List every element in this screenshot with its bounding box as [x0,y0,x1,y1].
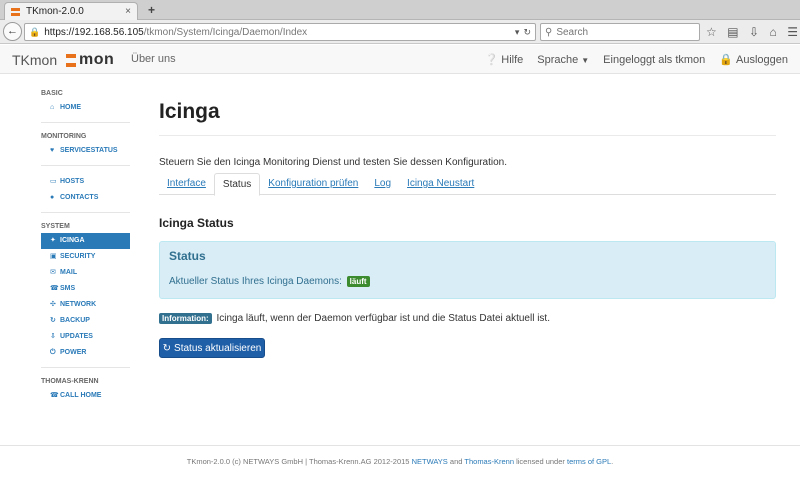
refresh-icon: ↻ [162,342,172,354]
nav-header-system: SYSTEM [41,223,70,230]
lock-icon: 🔒 [29,26,41,37]
home-icon: ⌂ [50,104,55,111]
browser-tab-title: TKmon-2.0.0 [26,6,84,17]
tkmon-logo-text: mon [79,51,115,68]
nav-divider [41,212,130,213]
nav-divider [41,367,130,368]
back-arrow-icon[interactable]: ← [3,22,22,41]
browser-nav-bar: ← 🔒 https://192.168.56.105/tkmon/System/… [0,20,800,44]
tab-bar: Interface Status Konfiguration prüfen Lo… [159,173,776,196]
home-icon[interactable]: ⌂ [770,25,777,39]
nav-divider [41,122,130,123]
sidebar-item-security[interactable]: ▣ SECURITY [41,249,130,265]
tkmon-favicon-icon [11,7,20,17]
sidebar-nav: BASIC ⌂ HOME MONITORING ♥ SERVICESTATUS ▭ H… [41,88,130,404]
search-icon: ⚲ [545,26,553,38]
power-icon: ⏻ [50,349,56,356]
nav-divider [41,165,130,166]
browser-toolbar-icons: ☆ ▤ ⇩ ⌂ ☰ [706,23,798,41]
status-line: Aktueller Status Ihres Icinga Daemons: l… [169,276,370,287]
browser-search-input[interactable] [556,26,687,38]
info-line: Information: Icinga läuft, wenn der Daem… [159,313,550,324]
dropdown-arrow-icon[interactable]: ▾ [515,27,520,38]
lock-icon: 🔒 [719,54,733,66]
page-intro: Steuern Sie den Icinga Monitoring Dienst… [159,157,507,168]
browser-search-box[interactable]: ⚲ [540,23,700,41]
help-link[interactable]: ❔ Hilfe [485,53,524,66]
brand-link[interactable]: TKmon [12,52,57,68]
about-link[interactable]: Über uns [131,53,176,65]
menu-icon[interactable]: ☰ [787,25,798,39]
sidebar-item-servicestatus[interactable]: ♥ SERVICESTATUS [41,143,130,159]
tab-config-check[interactable]: Konfiguration prüfen [260,173,366,195]
caret-down-icon: ▼ [581,55,590,65]
footer-text: TKmon-2.0.0 (c) NETWAYS GmbH | Thomas-Kr… [186,457,614,466]
sidebar-item-power[interactable]: ⏻ POWER [41,345,130,361]
nav-header-thomas-krenn: THOMAS-KRENN [41,378,99,385]
network-icon: ✣ [50,301,56,308]
download-icon[interactable]: ⇩ [749,25,759,39]
sidebar-item-call-home[interactable]: ☎CALL HOME [41,388,130,404]
logout-link[interactable]: 🔒 Ausloggen [719,53,788,66]
tab-interface[interactable]: Interface [159,173,214,195]
heart-icon: ♥ [50,147,55,154]
info-badge: Information: [159,313,212,324]
section-title: Icinga Status [159,216,234,230]
main-content: Icinga Steuern Sie den Icinga Monitoring… [159,90,776,358]
phone-icon: ☎ [50,392,59,399]
wrench-icon: ✦ [50,237,56,244]
info-text: Icinga läuft, wenn der Daemon verfügbar … [216,313,550,324]
download-icon: ⇩ [50,333,56,340]
tkmon-logo-mark-icon [66,53,78,68]
page-footer: TKmon-2.0.0 (c) NETWAYS GmbH | Thomas-Kr… [0,445,800,484]
mail-icon: ✉ [50,269,56,276]
tab-close-icon[interactable]: × [125,6,131,17]
nav-header-basic: BASIC [41,90,63,97]
reading-list-icon[interactable]: ▤ [727,25,738,39]
page-title: Icinga [159,90,776,136]
sidebar-item-network[interactable]: ✣ NETWORK [41,297,130,313]
phone-icon: ☎ [50,285,59,292]
refresh-status-button[interactable]: ↻ Status aktualisieren [159,338,265,358]
url-text[interactable]: https://192.168.56.105/tkmon/System/Icin… [44,27,511,38]
tab-restart[interactable]: Icinga Neustart [399,173,482,195]
sidebar-item-mail[interactable]: ✉ MAIL [41,265,130,281]
thomas-krenn-link[interactable]: Thomas-Krenn [464,457,514,466]
new-tab-icon[interactable]: + [148,3,155,17]
monitor-icon: ▭ [50,178,57,185]
sidebar-item-backup[interactable]: ↻ BACKUP [41,313,130,329]
browser-tab[interactable]: TKmon-2.0.0 × [4,2,138,20]
refresh-button-label: Status aktualisieren [174,342,262,354]
language-dropdown[interactable]: Sprache ▼ [537,54,589,66]
status-badge: läuft [346,276,370,287]
address-bar[interactable]: 🔒 https://192.168.56.105/tkmon/System/Ic… [24,23,536,41]
question-circle-icon: ❔ [484,54,499,66]
gpl-link[interactable]: terms of GPL [567,457,611,466]
header-right-nav: ❔ Hilfe Sprache ▼ Eingeloggt als tkmon 🔒 Au… [485,53,788,67]
sidebar-item-home[interactable]: ⌂ HOME [41,100,130,116]
nav-header-monitoring: MONITORING [41,133,87,140]
tkmon-logo[interactable]: mon [66,51,114,69]
sidebar-item-updates[interactable]: ⇩ UPDATES [41,329,130,345]
bookmark-star-icon[interactable]: ☆ [706,25,717,39]
refresh-icon: ↻ [50,317,56,324]
status-text: Aktueller Status Ihres Icinga Daemons: [169,276,342,287]
lock-icon: ▣ [50,253,57,260]
sidebar-item-contacts[interactable]: ● CONTACTS [41,190,130,206]
app-header: TKmon mon Über uns ❔ Hilfe Sprache ▼ Einge… [0,45,800,74]
status-panel-title: Status [169,249,206,263]
sidebar-item-hosts[interactable]: ▭ HOSTS [41,174,130,190]
tab-log[interactable]: Log [366,173,399,195]
sidebar-item-sms[interactable]: ☎SMS [41,281,130,297]
sidebar-item-icinga[interactable]: ✦ ICINGA [41,233,130,249]
browser-tab-bar: TKmon-2.0.0 × + [0,0,800,20]
netways-link[interactable]: NETWAYS [412,457,448,466]
status-panel: Status Aktueller Status Ihres Icinga Dae… [159,241,776,299]
logged-in-label: Eingeloggt als tkmon [603,53,706,66]
tab-status[interactable]: Status [213,173,261,196]
reload-icon[interactable]: ↻ [523,27,531,38]
user-icon: ● [50,194,55,201]
